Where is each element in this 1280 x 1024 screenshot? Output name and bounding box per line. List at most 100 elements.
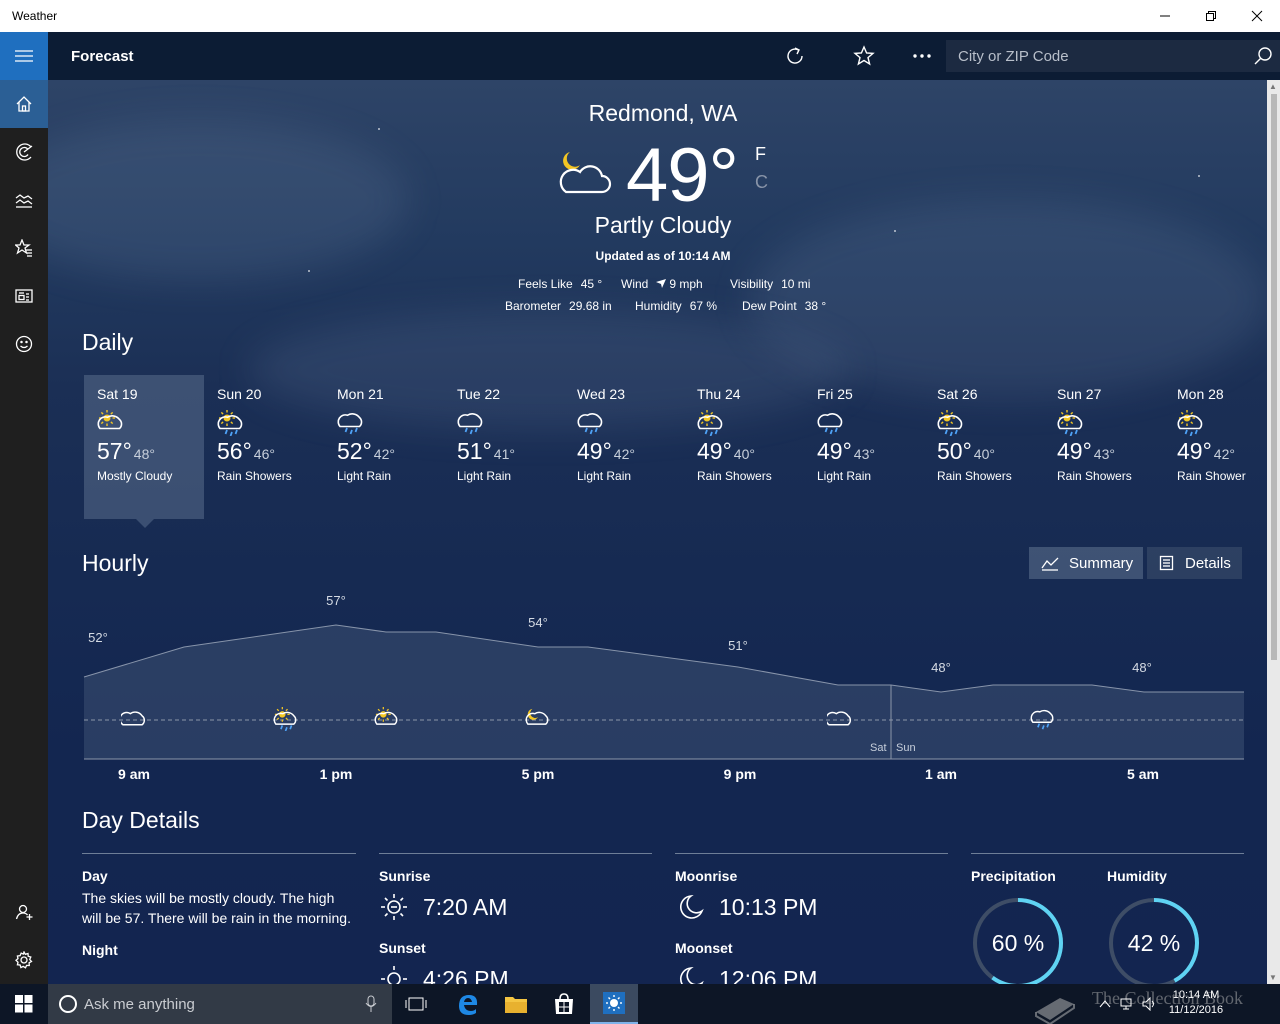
day-condition: Light Rain <box>337 469 392 483</box>
day-condition: Rain Shower <box>1177 469 1246 483</box>
day-name: Mon 21 <box>337 386 384 402</box>
page-title: Forecast <box>71 48 134 65</box>
add-favorite-button[interactable] <box>848 40 880 72</box>
restore-button[interactable] <box>1188 0 1234 32</box>
start-button[interactable] <box>0 984 48 1024</box>
edge-taskbar-button[interactable] <box>446 984 490 1024</box>
sun-rain-icon <box>217 410 324 437</box>
details-label: Details <box>1185 554 1231 572</box>
cortana-icon <box>59 995 77 1013</box>
day-low: 40° <box>733 446 755 462</box>
daily-forecast-day[interactable]: Sat 26 50° 40° Rain Showers <box>924 375 1044 519</box>
moonset-row: 12:06 PM <box>675 964 948 984</box>
daily-forecast-day[interactable]: Sun 27 49° 43° Rain Showers <box>1044 375 1164 519</box>
daily-forecast-day[interactable]: Fri 25 49° 43° Light Rain <box>804 375 924 519</box>
network-icon[interactable] <box>1120 997 1136 1011</box>
moonset-label: Moonset <box>675 940 733 956</box>
hamburger-menu-button[interactable] <box>0 32 48 80</box>
star-icon <box>853 45 875 66</box>
current-temperature: 49° <box>626 133 739 218</box>
scroll-up-icon[interactable]: ▲ <box>1269 82 1277 91</box>
daily-forecast-day[interactable]: Tue 22 51° 41° Light Rain <box>444 375 564 519</box>
day-name: Fri 25 <box>817 386 853 402</box>
refresh-button[interactable] <box>779 40 811 72</box>
dew-point-value: 38 ° <box>804 299 827 313</box>
hourly-time-label: 9 pm <box>724 766 757 782</box>
nav-settings[interactable] <box>0 936 48 984</box>
scroll-down-icon[interactable]: ▼ <box>1269 973 1277 982</box>
nav-news[interactable] <box>0 272 48 320</box>
moonrise-label: Moonrise <box>675 868 738 884</box>
unit-celsius-toggle[interactable]: C <box>755 172 768 193</box>
moon-cloud-icon <box>559 152 612 194</box>
unit-fahrenheit-toggle[interactable]: F <box>755 144 766 165</box>
feedback-icon <box>15 335 33 353</box>
cortana-search-box[interactable]: Ask me anything <box>48 984 392 1024</box>
search-button[interactable] <box>1246 40 1280 72</box>
cloud-icon <box>827 707 855 733</box>
show-hidden-icons-icon[interactable] <box>1098 997 1112 1011</box>
historical-weather-icon <box>15 194 33 208</box>
daily-forecast-day[interactable]: Sun 20 56° 46° Rain Showers <box>204 375 324 519</box>
day-high: 52° <box>337 438 372 464</box>
daily-forecast-day[interactable]: Mon 21 52° 42° Light Rain <box>324 375 444 519</box>
chart-line-icon <box>1041 557 1059 571</box>
hourly-temp-label: 57° <box>326 593 346 608</box>
folder-icon <box>505 997 527 1013</box>
day-temperatures: 56° 46° <box>217 438 324 465</box>
barometer-label: Barometer <box>505 299 562 313</box>
barometer-stat: Barometer 29.68 in <box>505 299 612 313</box>
nav-rail <box>0 32 48 984</box>
search-input[interactable] <box>946 40 1236 72</box>
daily-forecast-day[interactable]: Mon 28 49° 42° Rain Shower <box>1164 375 1267 519</box>
minimize-button[interactable] <box>1142 0 1188 32</box>
weather-taskbar-button[interactable] <box>590 984 638 1024</box>
microphone-icon[interactable] <box>364 995 378 1013</box>
daily-forecast-day[interactable]: Sat 19 57° 48° Mostly Cloudy <box>84 375 204 528</box>
day-condition: Rain Showers <box>697 469 772 483</box>
dew-point-label: Dew Point <box>742 299 797 313</box>
nav-forecast[interactable] <box>0 80 48 128</box>
details-toggle-button[interactable]: Details <box>1147 547 1242 579</box>
scrollbar-thumb[interactable] <box>1271 94 1277 660</box>
wind-value: 9 mph <box>669 277 703 291</box>
sun-cloud-icon <box>97 410 204 436</box>
visibility-label: Visibility <box>730 277 774 291</box>
task-view-icon <box>405 997 427 1011</box>
more-options-button[interactable] <box>906 40 938 72</box>
hourly-day-label: Sun <box>896 742 916 754</box>
daily-forecast-day[interactable]: Thu 24 49° 40° Rain Showers <box>684 375 804 519</box>
favorites-icon <box>15 239 32 257</box>
day-name: Mon 28 <box>1177 386 1224 402</box>
day-humidity-label: Humidity <box>1107 868 1167 884</box>
nav-maps[interactable] <box>0 128 48 176</box>
day-high: 57° <box>97 438 132 464</box>
store-taskbar-button[interactable] <box>542 984 586 1024</box>
rain-icon <box>1030 707 1058 733</box>
close-button[interactable] <box>1234 0 1280 32</box>
updated-time: Updated as of 10:14 AM <box>595 249 731 263</box>
nav-account[interactable] <box>0 888 48 936</box>
summary-toggle-button[interactable]: Summary <box>1029 547 1143 579</box>
clock[interactable]: 10:14 AM 11/12/2016 <box>1164 988 1228 1018</box>
task-view-button[interactable] <box>396 984 436 1024</box>
day-high: 49° <box>697 438 732 464</box>
day-label: Day <box>82 868 108 884</box>
restore-icon <box>1206 11 1216 21</box>
nav-favorites[interactable] <box>0 224 48 272</box>
day-temperatures: 50° 40° <box>937 438 1044 465</box>
hamburger-icon <box>15 50 33 62</box>
precipitation-value: 60 % <box>992 930 1044 956</box>
day-condition: Light Rain <box>577 469 632 483</box>
volume-icon[interactable] <box>1142 997 1158 1011</box>
nav-feedback[interactable] <box>0 320 48 368</box>
nav-historical-weather[interactable] <box>0 176 48 224</box>
sunrise-label: Sunrise <box>379 868 431 884</box>
daily-forecast-day[interactable]: Wed 23 49° 42° Light Rain <box>564 375 684 519</box>
file-explorer-taskbar-button[interactable] <box>494 984 538 1024</box>
day-temperatures: 57° 48° <box>97 438 204 465</box>
day-name: Sun 27 <box>1057 386 1102 402</box>
vertical-scrollbar[interactable]: ▲ ▼ <box>1267 80 1280 984</box>
sunrise-row: 7:20 AM <box>379 892 652 922</box>
more-icon <box>913 54 931 58</box>
